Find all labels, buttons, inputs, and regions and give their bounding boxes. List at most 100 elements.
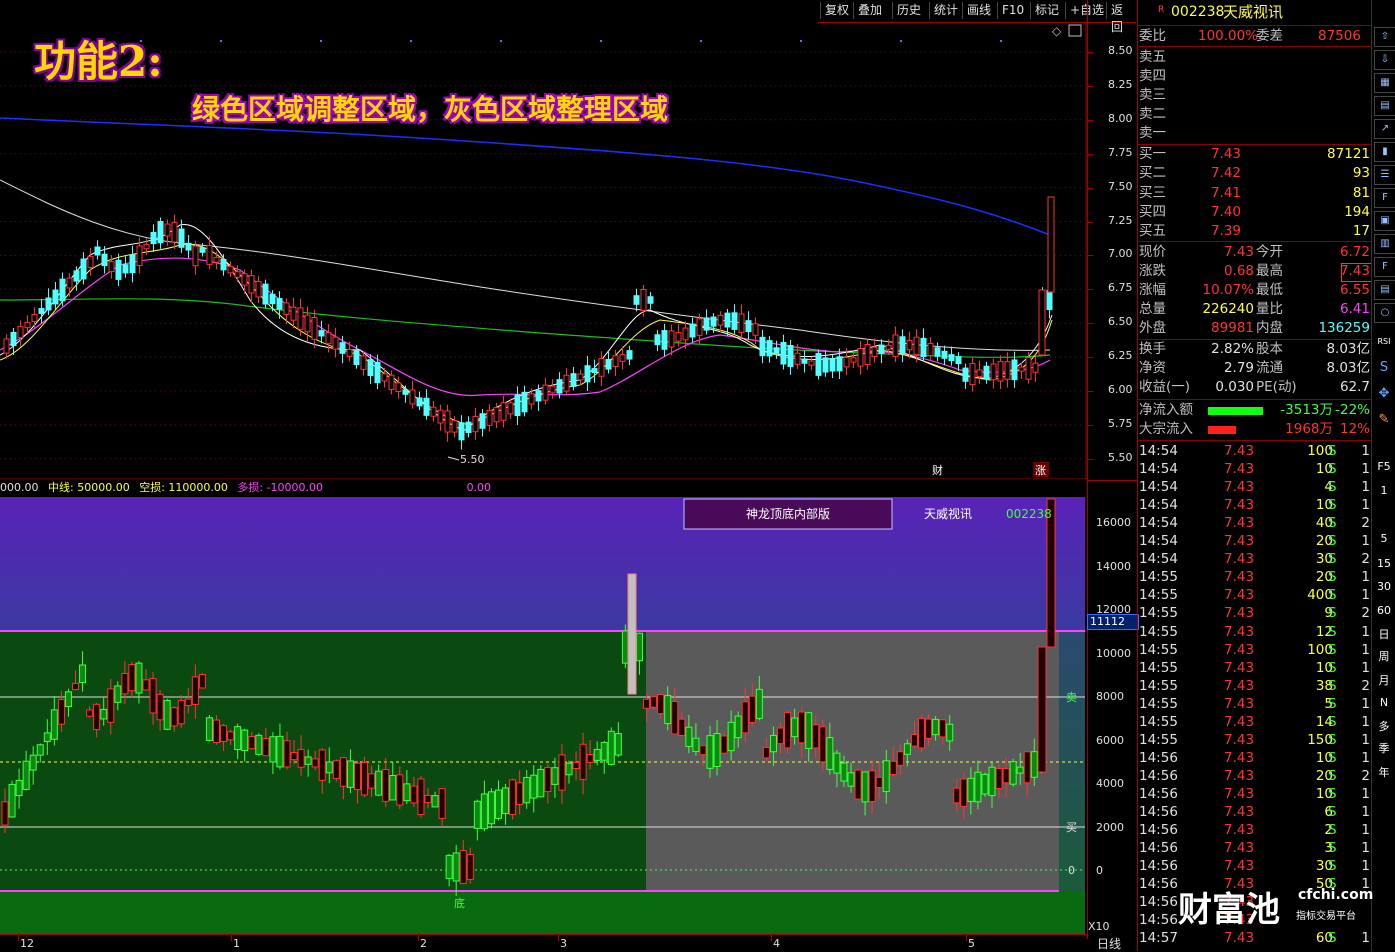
- tick-count: 1: [1361, 659, 1370, 676]
- period-label[interactable]: 日线: [1097, 935, 1121, 952]
- indicator-candle: [650, 696, 658, 708]
- candle: [332, 336, 339, 350]
- indicator-candle: [487, 791, 495, 825]
- candle: [899, 336, 906, 354]
- period-button-10[interactable]: N: [1374, 694, 1394, 712]
- toolbar-button-6[interactable]: 标记: [1030, 2, 1063, 19]
- stock-code: 002238: [1171, 4, 1225, 20]
- tick-row: 14:55 7.43 12 S 1: [1138, 623, 1371, 642]
- diamond-icon[interactable]: ◇: [1052, 24, 1062, 38]
- tick-time: 14:56: [1139, 767, 1178, 784]
- f-icon[interactable]: ▣: [1374, 211, 1395, 231]
- toolbar-button-5[interactable]: F10: [997, 2, 1028, 19]
- indicator-candle: [910, 734, 918, 747]
- watermark-brand: 财富池: [1178, 890, 1280, 930]
- buy-price: 7.40: [1210, 203, 1241, 220]
- period-button-7[interactable]: 日: [1374, 626, 1394, 644]
- buy-volume: 87121: [1327, 146, 1370, 162]
- period-button-12[interactable]: 季: [1374, 740, 1394, 758]
- buy-volume: 81: [1352, 184, 1370, 201]
- candle: [878, 344, 885, 355]
- candle: [178, 228, 185, 248]
- tick-price: 7.43: [1224, 785, 1255, 802]
- tick-time: 14:56: [1139, 822, 1178, 839]
- grid-icon[interactable]: ▤: [1374, 96, 1395, 116]
- toolbar-button-3[interactable]: 统计: [929, 2, 962, 19]
- period-button-1[interactable]: F5: [1374, 458, 1394, 476]
- list-icon[interactable]: ☰: [1374, 165, 1395, 185]
- tool-pen-icon[interactable]: ✎: [1374, 411, 1394, 429]
- indicator-candle: [946, 723, 954, 742]
- report-icon[interactable]: ▥: [1374, 234, 1395, 254]
- period-button-4[interactable]: 15: [1374, 555, 1394, 573]
- sell-row: 卖二: [1138, 105, 1371, 124]
- buy-level-label: 买三: [1139, 184, 1166, 201]
- tick-price: 7.43: [1224, 533, 1255, 550]
- up-arrow-icon[interactable]: ⇧: [1374, 27, 1395, 47]
- tool-rsi[interactable]: RSI: [1374, 333, 1394, 351]
- buy-level-label: 买二: [1139, 165, 1166, 182]
- bookmark-icon[interactable]: ▤: [1374, 280, 1395, 300]
- line-icon[interactable]: ↗: [1374, 119, 1395, 139]
- f2-icon[interactable]: F: [1374, 257, 1395, 277]
- tick-side: S: [1328, 569, 1337, 586]
- indicator-candle: [558, 754, 566, 791]
- period-button-11[interactable]: 多: [1374, 718, 1394, 736]
- tool-move-icon[interactable]: ✥: [1374, 385, 1394, 403]
- candle: [164, 223, 171, 237]
- finance-marker[interactable]: 财: [932, 463, 943, 477]
- candle: [206, 244, 213, 265]
- period-button-2[interactable]: 1: [1374, 482, 1394, 500]
- period-button-6[interactable]: 60: [1374, 602, 1394, 620]
- buy-row: 买三 7.41 81: [1138, 184, 1371, 203]
- candle: [829, 358, 836, 372]
- limit-up-marker[interactable]: 涨: [1035, 464, 1046, 477]
- zoom-label[interactable]: X10: [1088, 920, 1110, 933]
- tick-count: 2: [1361, 767, 1370, 784]
- tick-time: 14:56: [1139, 840, 1178, 857]
- indicator-candle: [297, 749, 305, 768]
- candle: [276, 298, 283, 310]
- chart-icon[interactable]: ▦: [1374, 73, 1395, 93]
- indicator-candle: [128, 664, 136, 692]
- toolbar-button-4[interactable]: 画线: [962, 2, 995, 19]
- period-button-8[interactable]: 周: [1374, 648, 1394, 666]
- candle: [682, 327, 689, 341]
- candle: [990, 363, 997, 381]
- price-tick: 7.25: [1108, 213, 1133, 227]
- period-button-3[interactable]: 5: [1374, 530, 1394, 548]
- period-button-13[interactable]: 年: [1374, 764, 1394, 782]
- main-candlestick-chart[interactable]: 5.50 财 涨 ◇: [0, 0, 1087, 480]
- date-tick-mark: [558, 935, 559, 941]
- down-arrow-icon[interactable]: ⇩: [1374, 50, 1395, 70]
- candle: [962, 367, 969, 382]
- indicator-candle: [918, 718, 925, 749]
- indicator-candle: [431, 795, 439, 808]
- tick-row: 14:55 7.43 150 S 1: [1138, 731, 1371, 750]
- price-tick: 8.25: [1108, 77, 1133, 91]
- toolbar-button-2[interactable]: 历史: [892, 2, 925, 19]
- f10-icon[interactable]: F: [1374, 188, 1395, 208]
- tick-row: 14:55 7.43 14 S 1: [1138, 713, 1371, 732]
- tick-row: 14:56 7.43 2 S 1: [1138, 821, 1371, 840]
- tool-s-icon[interactable]: S: [1374, 359, 1394, 377]
- tick-price: 7.43: [1224, 840, 1255, 857]
- toolbar-button-0[interactable]: 复权: [820, 2, 853, 19]
- indicator-candle: [213, 719, 220, 744]
- tick-price: 7.43: [1224, 443, 1255, 459]
- candle: [808, 360, 815, 366]
- shenlong-indicator-chart[interactable]: 神龙顶底内部版 天威视讯 002238 卖 买 0 底: [0, 497, 1087, 934]
- price-tick-mark: [1088, 323, 1093, 325]
- candle: [122, 264, 129, 274]
- tick-time: 14:54: [1139, 479, 1178, 496]
- period-button-9[interactable]: 月: [1374, 672, 1394, 690]
- circle-icon[interactable]: ○: [1374, 303, 1395, 323]
- period-button-5[interactable]: 30: [1374, 578, 1394, 596]
- toolbar-button-1[interactable]: 叠加: [853, 2, 886, 19]
- kline-icon[interactable]: ▮: [1374, 142, 1395, 162]
- stat-value-1: 226240: [1202, 301, 1254, 317]
- stat-value-2: 6.55: [1339, 282, 1370, 298]
- indicator-candle: [396, 774, 404, 806]
- tick-row: 14:54 7.43 20 S 1: [1138, 532, 1371, 551]
- tick-side: S: [1328, 822, 1337, 839]
